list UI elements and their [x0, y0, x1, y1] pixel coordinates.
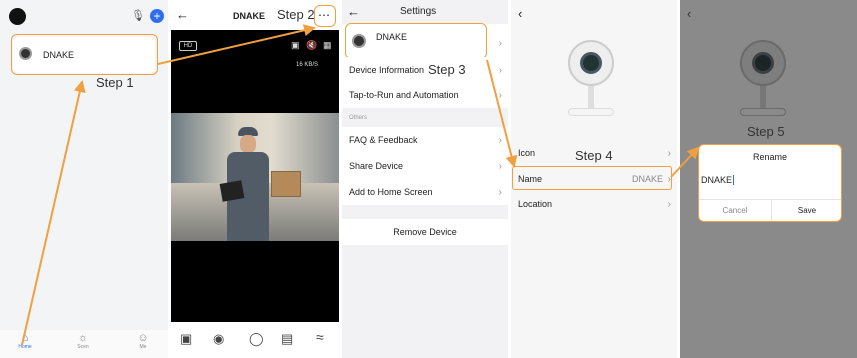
info-row-label: Icon: [518, 148, 536, 158]
nav-home-label: Home: [18, 344, 32, 350]
chevron-right-icon: ›: [667, 147, 671, 159]
mute-icon[interactable]: 🔇: [306, 40, 317, 51]
profile-icon: ☺: [137, 332, 149, 344]
chevron-right-icon: ›: [498, 134, 502, 146]
name-row-highlight: [512, 166, 672, 190]
fullscreen-icon[interactable]: ▦: [323, 40, 332, 51]
record-icon[interactable]: ▤: [281, 331, 293, 347]
snapshot-icon[interactable]: ▣: [291, 40, 300, 51]
remove-device-label: Remove Device: [393, 227, 457, 237]
chevron-right-icon: ›: [498, 64, 502, 76]
chevron-right-icon: ›: [667, 198, 671, 210]
back-arrow-icon[interactable]: ←: [347, 4, 360, 19]
back-chevron-icon[interactable]: ‹: [518, 6, 522, 21]
more-icon: ⋯: [318, 8, 330, 22]
more-button-highlight[interactable]: ⋯: [314, 5, 336, 27]
camera-image-dimmed: [738, 40, 788, 122]
info-row-label: Location: [518, 199, 553, 209]
camera-lens: [752, 52, 774, 74]
step3-label: Step 3: [428, 62, 466, 77]
chevron-right-icon: ›: [498, 186, 502, 198]
settings-item-label: Tap-to-Run and Automation: [349, 90, 459, 100]
camera-lens-body: [568, 40, 614, 86]
rename-title: Rename: [752, 152, 788, 162]
camera-stand: [760, 86, 766, 108]
hd-badge[interactable]: HD: [179, 41, 197, 51]
nav-home[interactable]: ⌂ Home: [10, 332, 40, 350]
camera-icon[interactable]: ◉: [213, 331, 224, 347]
settings-title: Settings: [400, 6, 437, 17]
others-header: Others: [349, 115, 368, 121]
settings-item-label: Share Device: [349, 161, 404, 171]
mic-button-icon[interactable]: ◯: [249, 331, 264, 347]
settings-item-tap-to-run[interactable]: Tap-to-Run and Automation ›: [342, 82, 508, 108]
device-info-screen: ‹ Icon › Step 4 Name DNAKE › Location ›: [511, 0, 677, 358]
home-screen: 🎙 + DNAKE Step 1 ⌂ Home ☼ Scen ☺ Me: [0, 0, 168, 358]
settings-header: ← Settings: [342, 0, 508, 22]
courier-tablet: [219, 180, 245, 202]
package-box: [271, 171, 301, 197]
camera-lens-body: [740, 40, 786, 86]
mic-icon[interactable]: 🎙: [131, 9, 145, 22]
settings-item-share[interactable]: Share Device ›: [342, 153, 508, 179]
nav-me-label: Me: [139, 344, 147, 350]
scene-icon: ☼: [77, 332, 89, 344]
camera-base: [740, 108, 786, 116]
save-label: Save: [797, 206, 817, 215]
nav-me[interactable]: ☺ Me: [128, 332, 158, 350]
step1-highlight: [11, 34, 158, 75]
add-device-icon[interactable]: +: [150, 9, 164, 23]
nav-scene-label: Scen: [77, 344, 89, 350]
courier-figure: [219, 127, 273, 241]
save-button[interactable]: Save: [772, 200, 842, 221]
live-title: DNAKE: [233, 11, 266, 21]
step2-label: Step 2: [277, 7, 315, 22]
courier-face: [240, 135, 256, 153]
controls-bar: ▣ ◉ ◯ ▤ ≈: [171, 322, 339, 358]
rename-dialog: Rename DNAKE Cancel Save: [698, 144, 842, 222]
back-chevron-icon[interactable]: ‹: [687, 6, 691, 21]
chevron-right-icon: ›: [498, 38, 502, 49]
text-cursor: [733, 175, 735, 185]
bottom-nav: ⌂ Home ☼ Scen ☺ Me: [0, 330, 168, 358]
speed-text: 16 KB/S: [296, 62, 319, 68]
remove-device-button[interactable]: Remove Device: [342, 219, 508, 245]
settings-item-label: Device Information: [349, 65, 425, 75]
camera-base: [568, 108, 614, 116]
screenshot-icon[interactable]: ▣: [180, 331, 192, 347]
live-header: ← DNAKE Step 2 ⋯: [171, 0, 339, 30]
live-view-screen: ← DNAKE Step 2 ⋯ HD ▣ 🔇 ▦ 16 KB/S ▣ ◉ ◯ …: [171, 0, 339, 358]
info-row-location[interactable]: Location ›: [511, 191, 677, 217]
camera-stand: [588, 86, 594, 108]
settings-item-device-info[interactable]: Device Information ›: [342, 57, 508, 83]
step1-label: Step 1: [96, 75, 134, 90]
chevron-right-icon: ›: [498, 160, 502, 172]
settings-item-faq[interactable]: FAQ & Feedback ›: [342, 127, 508, 153]
rename-input[interactable]: DNAKE: [701, 175, 837, 189]
settings-screen: ← Settings DNAKE › Device Information › …: [342, 0, 508, 358]
cancel-label: Cancel: [722, 206, 748, 215]
video-feed: [171, 113, 339, 241]
settings-item-label: Add to Home Screen: [349, 187, 433, 197]
more-controls-icon[interactable]: ≈: [316, 329, 324, 345]
back-arrow-icon[interactable]: ←: [176, 7, 189, 22]
rename-input-value: DNAKE: [701, 175, 733, 185]
settings-item-label: FAQ & Feedback: [349, 135, 418, 145]
step5-label: Step 5: [747, 124, 785, 139]
avatar[interactable]: [9, 8, 26, 25]
step4-label: Step 4: [575, 148, 613, 163]
home-icon: ⌂: [21, 332, 29, 344]
rename-screen: ‹ Step 5 Rename DNAKE Cancel Save: [680, 0, 857, 358]
settings-item-home-screen[interactable]: Add to Home Screen ›: [342, 179, 508, 205]
nav-scene[interactable]: ☼ Scen: [68, 332, 98, 350]
device-card-highlight: [345, 23, 487, 59]
camera-image: [566, 40, 616, 122]
chevron-right-icon: ›: [498, 89, 502, 101]
cancel-button[interactable]: Cancel: [699, 200, 771, 221]
camera-lens: [580, 52, 602, 74]
